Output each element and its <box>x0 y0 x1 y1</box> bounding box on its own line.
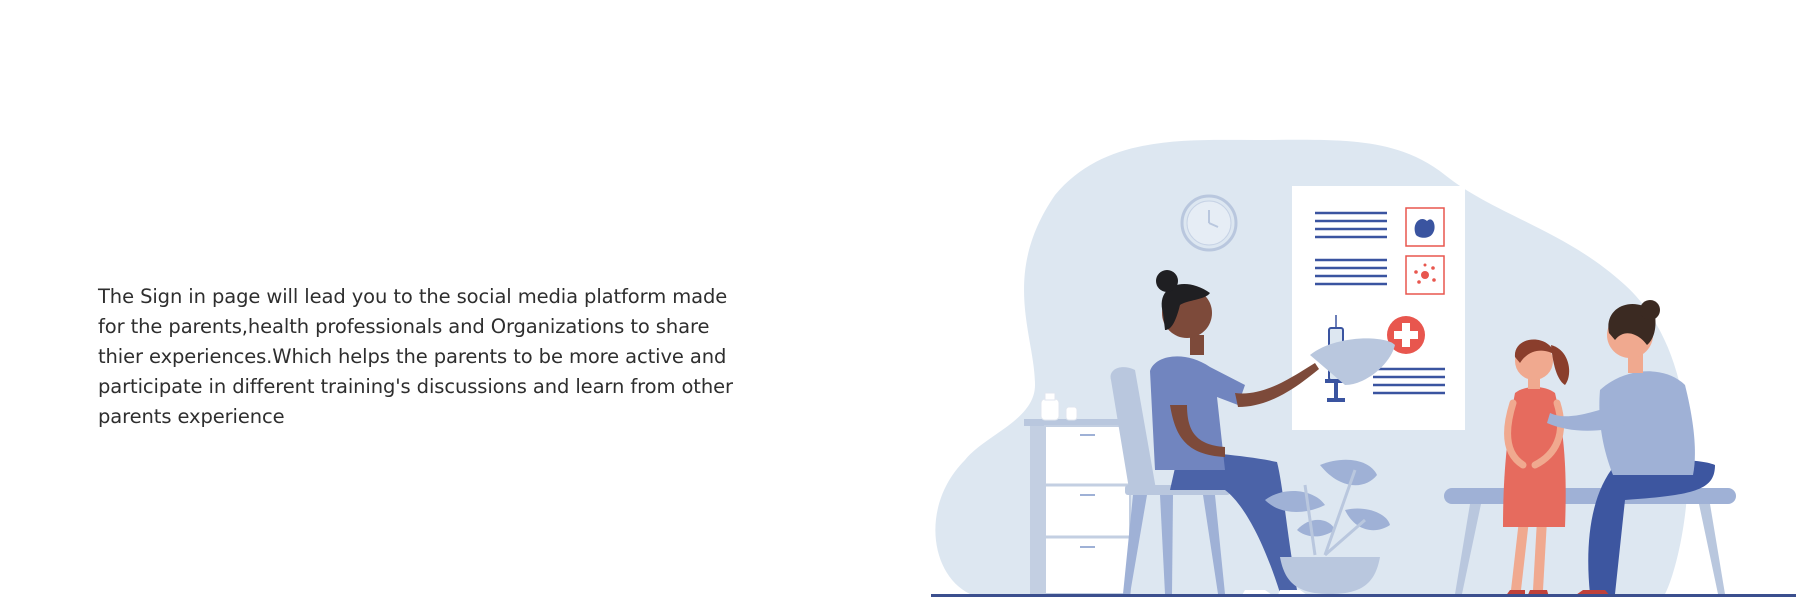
cabinet <box>1024 392 1133 595</box>
medical-poster <box>1292 186 1465 430</box>
doctor-visit-illustration <box>931 139 1796 597</box>
intro-text: The Sign in page will lead you to the so… <box>98 285 733 428</box>
clock-icon <box>1180 194 1238 252</box>
floor-line <box>931 594 1796 597</box>
